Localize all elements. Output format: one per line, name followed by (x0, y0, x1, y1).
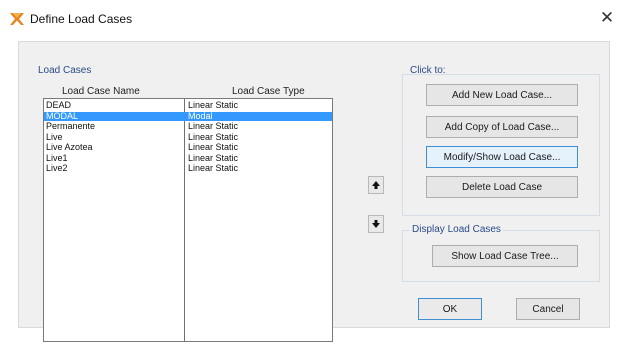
cancel-button[interactable]: Cancel (516, 298, 580, 320)
load-case-row[interactable]: Live1 Linear Static (44, 152, 332, 163)
click-to-group-title: Click to: (410, 65, 446, 76)
display-load-cases-group-title: Display Load Cases (410, 224, 503, 235)
load-case-list[interactable]: DEAD Linear Static MODAL Modal Permanente Lin… (43, 98, 333, 342)
load-case-row[interactable]: DEAD Linear Static (44, 100, 332, 110)
load-case-name: DEAD (46, 100, 72, 110)
load-case-name: MODAL (46, 110, 79, 121)
load-case-row[interactable]: Permanente Linear Static (44, 121, 332, 131)
add-copy-load-case-button[interactable]: Add Copy of Load Case... (426, 116, 578, 138)
load-case-type: Linear Static (188, 121, 239, 131)
load-case-row[interactable]: Live Linear Static (44, 131, 332, 142)
add-new-load-case-button[interactable]: Add New Load Case... (426, 84, 578, 106)
window-title: Define Load Cases (30, 12, 133, 26)
load-case-type: Linear Static (188, 100, 239, 110)
ok-button[interactable]: OK (418, 298, 482, 320)
close-button[interactable]: ✕ (598, 8, 616, 28)
load-case-type: Modal (188, 110, 213, 121)
load-case-type: Linear Static (188, 163, 239, 173)
load-case-name: Live1 (46, 152, 68, 163)
load-case-name: Live (46, 131, 63, 142)
load-case-row[interactable]: Live2 Linear Static (44, 163, 332, 173)
arrow-down-icon (372, 220, 380, 228)
load-case-row[interactable]: Live Azotea Linear Static (44, 142, 332, 152)
load-case-type: Linear Static (188, 152, 239, 163)
load-case-row[interactable]: MODAL Modal (44, 110, 332, 121)
title-bar: Define Load Cases ✕ (0, 0, 622, 38)
delete-load-case-button[interactable]: Delete Load Case (426, 176, 578, 198)
load-case-type-header: Load Case Type (232, 86, 305, 97)
load-cases-group-title: Load Cases (38, 65, 92, 76)
load-case-name-header: Load Case Name (62, 86, 140, 97)
move-down-button[interactable] (368, 215, 384, 233)
app-logo-icon (10, 13, 24, 25)
move-up-button[interactable] (368, 176, 384, 194)
load-case-name: Permanente (46, 121, 96, 131)
arrow-up-icon (372, 181, 380, 189)
close-icon: ✕ (599, 8, 615, 27)
load-case-type: Linear Static (188, 142, 239, 152)
modify-show-load-case-button[interactable]: Modify/Show Load Case... (426, 146, 578, 168)
show-load-case-tree-button[interactable]: Show Load Case Tree... (432, 245, 578, 267)
load-case-type: Linear Static (188, 131, 239, 142)
load-case-name: Live Azotea (46, 142, 93, 152)
load-case-name: Live2 (46, 163, 68, 173)
